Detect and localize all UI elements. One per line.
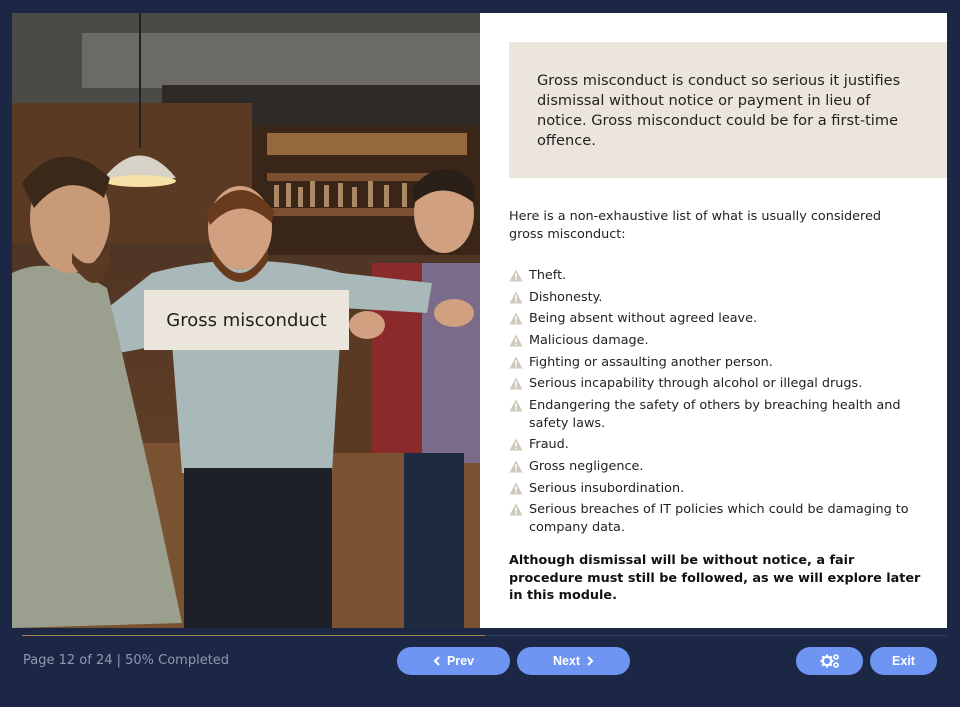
list-item: Being absent without agreed leave. [509,310,914,328]
list-item-text: Malicious damage. [529,333,649,349]
warning-icon [509,438,523,451]
list-item: Serious incapability through alcohol or … [509,375,914,393]
list-item-text: Gross negligence. [529,459,644,474]
warning-icon [509,269,523,282]
misconduct-list: Theft. Dishonesty. Being absent without ag… [509,267,914,541]
next-button[interactable]: Next [517,647,630,675]
closing-note: Although dismissal will be without notic… [509,553,921,603]
gears-icon [820,654,839,668]
warning-icon [509,399,523,412]
warning-icon [509,291,523,304]
list-item-text: Being absent without agreed leave. [529,311,758,327]
list-item: Fraud. [509,436,914,454]
list-item: Theft. [509,267,914,285]
warning-icon [509,503,523,516]
list-item: Serious insubordination. [509,480,914,498]
slide-photo: Gross misconduct [12,13,480,628]
definition-callout: Gross misconduct is conduct so serious i… [509,42,947,178]
settings-button[interactable] [796,647,863,675]
prev-button[interactable]: Prev [397,647,510,675]
progress-bar [22,635,947,636]
exit-button[interactable]: Exit [870,647,937,675]
warning-icon [509,356,523,369]
progress-fill [22,635,485,636]
intro-text: Here is a non-exhaustive list of what is… [509,209,882,242]
list-item-text: Theft. [529,268,567,283]
list-item: Serious breaches of IT policies which co… [509,501,914,536]
list-item: Fighting or assaulting another person. [509,354,914,372]
exit-label: Exit [892,654,915,668]
photo-caption: Gross misconduct [144,290,349,350]
warning-icon [509,377,523,390]
list-item: Gross negligence. [509,458,914,476]
list-item: Malicious damage. [509,332,914,350]
list-item-text: Serious incapability through alcohol or … [529,376,863,392]
list-item-text: Fraud. [529,437,569,453]
chevron-left-icon [433,656,440,666]
next-label: Next [552,654,581,668]
list-item-text: Serious insubordination. [529,480,685,496]
list-item: Dishonesty. [509,289,914,307]
list-item-text: Fighting or assaulting another person. [529,354,773,370]
warning-icon [509,460,523,473]
list-item-text: Dishonesty. [529,289,603,305]
list-item-text: Endangering the safety of others by brea… [529,398,901,431]
warning-icon [509,482,523,495]
prev-label: Prev [446,654,475,668]
warning-icon [509,334,523,347]
list-item-text: Serious breaches of IT policies which co… [529,502,909,535]
page-status: Page 12 of 24 | 50% Completed [23,653,230,668]
slide: Gross misconduct Gross misconduct is con… [12,13,947,628]
chevron-right-icon [587,656,594,666]
list-item: Endangering the safety of others by brea… [509,397,914,432]
content-panel: Gross misconduct is conduct so serious i… [480,13,947,628]
warning-icon [509,312,523,325]
